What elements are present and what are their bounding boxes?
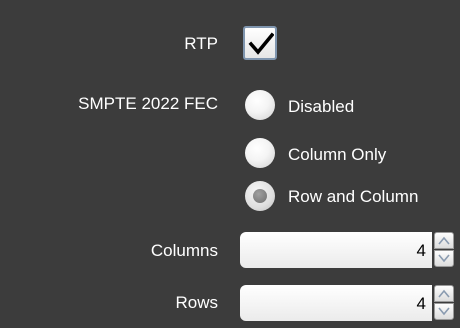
rows-increment-button[interactable] (434, 285, 454, 302)
rows-input[interactable]: 4 (240, 285, 432, 321)
fec-column-only-radio[interactable] (245, 138, 275, 168)
rows-decrement-button[interactable] (434, 303, 454, 320)
chevron-up-icon (438, 236, 450, 245)
chevron-down-icon (438, 254, 450, 263)
rows-spinbox: 4 (240, 285, 456, 321)
rows-stepper (432, 285, 456, 321)
chevron-down-icon (438, 307, 450, 316)
columns-increment-button[interactable] (434, 232, 454, 249)
columns-input[interactable]: 4 (240, 232, 432, 268)
fec-column-only-label[interactable]: Column Only (288, 145, 386, 165)
fec-row-and-column-radio[interactable] (245, 181, 275, 211)
columns-spinbox: 4 (240, 232, 456, 268)
checkmark-icon (248, 32, 274, 55)
columns-label: Columns (150, 241, 218, 260)
fec-label: SMPTE 2022 FEC (78, 94, 218, 113)
rtp-checkbox[interactable] (243, 26, 277, 60)
fec-row-and-column-label[interactable]: Row and Column (288, 187, 418, 207)
chevron-up-icon (438, 289, 450, 298)
fec-settings-panel: RTP SMPTE 2022 FEC Disabled Column Only … (0, 0, 460, 328)
rtp-label: RTP (184, 34, 218, 53)
radio-selected-dot (253, 189, 267, 203)
fec-disabled-radio[interactable] (245, 90, 275, 120)
rows-label: Rows (175, 293, 218, 312)
columns-stepper (432, 232, 456, 268)
columns-decrement-button[interactable] (434, 250, 454, 267)
fec-disabled-label[interactable]: Disabled (288, 97, 354, 117)
